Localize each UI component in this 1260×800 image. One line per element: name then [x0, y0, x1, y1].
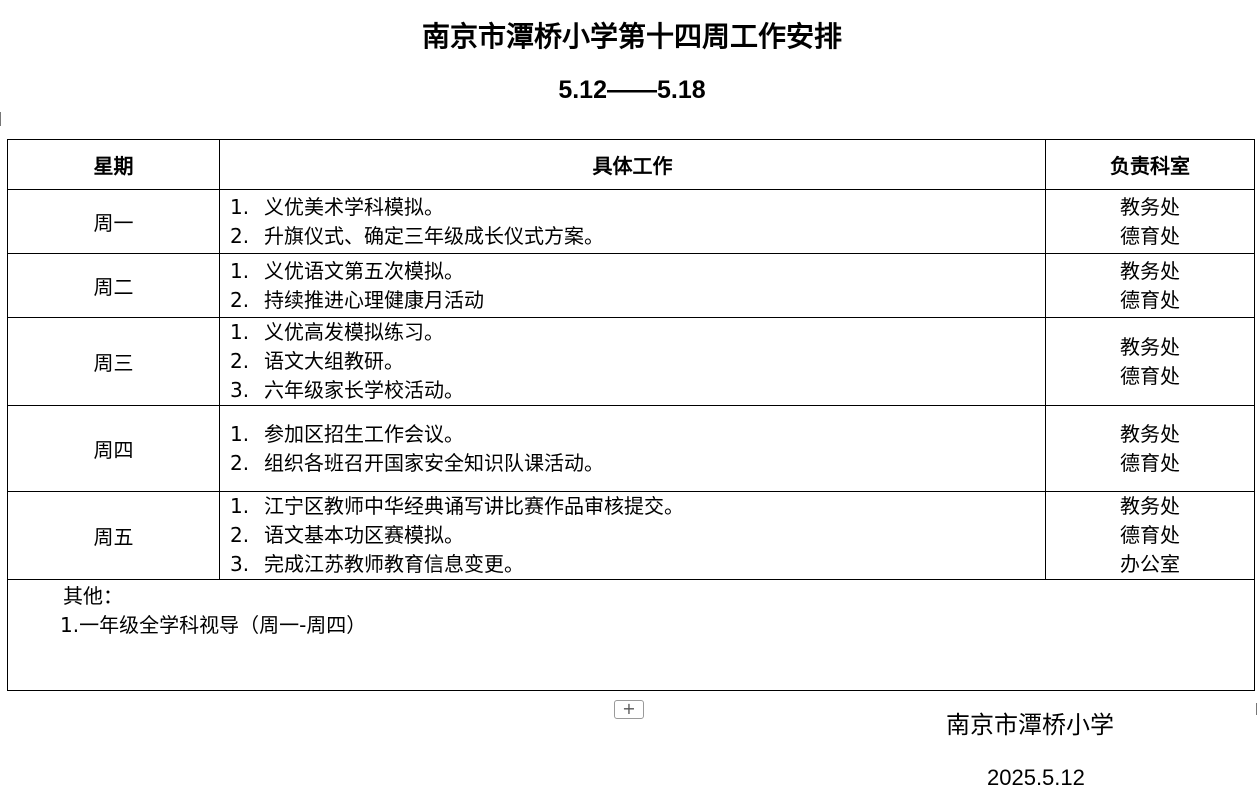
paragraph-marker: [0, 112, 1, 126]
other-row: 其他： 1.一年级全学科视导（周一-周四）: [7, 579, 1255, 691]
header-row: 星期 具体工作 负责科室: [7, 139, 1255, 190]
table-row: 周二 1. 义优语文第五次模拟。 2. 持续推进心理健康月活动 教务处 德育处: [7, 253, 1255, 318]
work-item: 2. 升旗仪式、确定三年级成长仪式方案。: [230, 223, 604, 248]
day-cell: 周四: [7, 405, 220, 492]
schedule-table: 星期 具体工作 负责科室 周一 1. 义优美术学科模拟。 2. 升旗仪式、确定三年级…: [7, 139, 1255, 691]
footer-date: 2025.5.12: [987, 765, 1085, 790]
dept-name: 德育处: [1120, 450, 1180, 475]
document-title: 南京市潭桥小学第十四周工作安排: [421, 20, 842, 53]
dept-name: 教务处: [1120, 334, 1180, 359]
work-cell: 1. 江宁区教师中华经典诵写讲比赛作品审核提交。 2. 语文基本功区赛模拟。 3. 完…: [219, 491, 1046, 580]
dept-name: 教务处: [1120, 258, 1180, 283]
work-item: 2. 语文大组教研。: [230, 349, 404, 373]
work-cell: 1. 义优美术学科模拟。 2. 升旗仪式、确定三年级成长仪式方案。: [219, 189, 1046, 254]
table-row: 周三 1. 义优高发模拟练习。 2. 语文大组教研。 3. 六年级家长学校活动。 教务…: [7, 317, 1255, 406]
dept-name: 办公室: [1120, 552, 1180, 576]
other-cell: 其他： 1.一年级全学科视导（周一-周四）: [7, 579, 1255, 691]
work-item: 1. 义优语文第五次模拟。: [230, 258, 464, 283]
dept-name: 德育处: [1120, 223, 1180, 248]
work-item: 1. 江宁区教师中华经典诵写讲比赛作品审核提交。: [230, 494, 684, 518]
paragraph-marker: [1256, 703, 1257, 715]
work-item: 1. 义优美术学科模拟。: [230, 194, 444, 219]
dept-name: 德育处: [1120, 523, 1180, 547]
dept-cell: 教务处 德育处: [1045, 253, 1255, 318]
dept-cell: 教务处 德育处: [1045, 405, 1255, 492]
work-item: 2. 持续推进心理健康月活动: [230, 287, 484, 312]
other-item: 1.一年级全学科视导（周一-周四）: [60, 613, 367, 637]
other-label: 其他：: [63, 584, 123, 608]
dept-cell: 教务处 德育处: [1045, 317, 1255, 406]
dept-name: 德育处: [1120, 363, 1180, 388]
work-item: 2. 语文基本功区赛模拟。: [230, 523, 464, 547]
date-range: 5.12——5.18: [558, 76, 706, 104]
header-dept: 负责科室: [1045, 139, 1255, 190]
work-item: 1. 义优高发模拟练习。: [230, 320, 444, 344]
work-cell: 1. 义优高发模拟练习。 2. 语文大组教研。 3. 六年级家长学校活动。: [219, 317, 1046, 406]
dept-name: 教务处: [1120, 421, 1180, 446]
dept-name: 教务处: [1120, 494, 1180, 518]
day-cell: 周五: [7, 491, 220, 580]
work-item: 3. 六年级家长学校活动。: [230, 378, 464, 402]
header-day: 星期: [7, 139, 220, 190]
work-cell: 1. 义优语文第五次模拟。 2. 持续推进心理健康月活动: [219, 253, 1046, 318]
day-cell: 周二: [7, 253, 220, 318]
day-cell: 周一: [7, 189, 220, 254]
dept-name: 教务处: [1120, 194, 1180, 219]
header-work: 具体工作: [219, 139, 1046, 190]
work-item: 1. 参加区招生工作会议。: [230, 421, 464, 446]
table-row: 周五 1. 江宁区教师中华经典诵写讲比赛作品审核提交。 2. 语文基本功区赛模拟。 …: [7, 491, 1255, 580]
table-row: 周一 1. 义优美术学科模拟。 2. 升旗仪式、确定三年级成长仪式方案。 教务处 德…: [7, 189, 1255, 254]
dept-cell: 教务处 德育处 办公室: [1045, 491, 1255, 580]
work-item: 3. 完成江苏教师教育信息变更。: [230, 552, 524, 576]
day-cell: 周三: [7, 317, 220, 406]
add-row-button[interactable]: +: [614, 700, 644, 719]
dept-cell: 教务处 德育处: [1045, 189, 1255, 254]
work-cell: 1. 参加区招生工作会议。 2. 组织各班召开国家安全知识队课活动。: [219, 405, 1046, 492]
table-row: 周四 1. 参加区招生工作会议。 2. 组织各班召开国家安全知识队课活动。 教务处 …: [7, 405, 1255, 492]
footer-school-name: 南京市潭桥小学: [946, 711, 1114, 739]
work-item: 2. 组织各班召开国家安全知识队课活动。: [230, 450, 604, 475]
dept-name: 德育处: [1120, 287, 1180, 312]
